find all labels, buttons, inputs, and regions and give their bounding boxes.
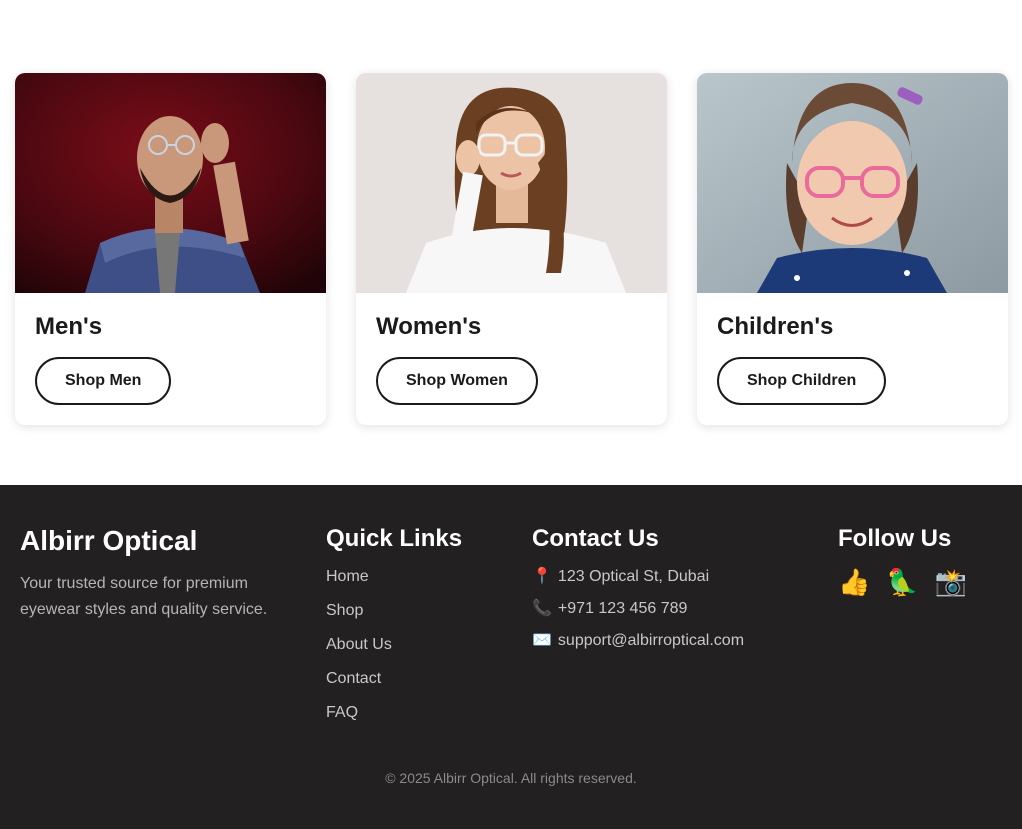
footer-quick-links: Quick Links Home Shop About Us Contact F…	[326, 525, 506, 737]
footer-link-shop[interactable]: Shop	[326, 601, 506, 621]
contact-heading: Contact Us	[532, 525, 659, 552]
children-category-image[interactable]	[697, 73, 1008, 293]
envelope-icon: ✉️	[532, 632, 552, 649]
contact-email-text[interactable]: support@albirroptical.com	[558, 632, 744, 649]
women-category-image[interactable]	[356, 73, 667, 293]
shop-men-button[interactable]: Shop Men	[35, 357, 172, 405]
facebook-like-icon[interactable]: 👍	[838, 567, 870, 597]
contact-email: ✉️ support@albirroptical.com	[532, 631, 812, 651]
camera-icon[interactable]: 📸	[935, 567, 967, 597]
category-title: Women's	[376, 313, 482, 340]
category-cards: Men's Shop Men Women's Shop Women Childr…	[15, 73, 1009, 425]
footer-link-about[interactable]: About Us	[326, 635, 506, 655]
quick-links-heading: Quick Links	[326, 525, 463, 552]
pin-icon: 📍	[532, 568, 552, 585]
category-card-children: Children's Shop Children	[697, 73, 1008, 425]
copyright-text: © 2025 Albirr Optical. All rights reserv…	[385, 770, 637, 786]
shop-children-button[interactable]: Shop Children	[717, 357, 887, 405]
contact-phone-text[interactable]: +971 123 456 789	[558, 600, 687, 617]
phone-icon: 📞	[532, 600, 552, 617]
category-card-men: Men's Shop Men	[15, 73, 326, 425]
site-footer: Albirr Optical Your trusted source for p…	[0, 485, 1022, 829]
category-title: Men's	[35, 313, 103, 340]
brand-name: Albirr Optical	[20, 525, 198, 556]
follow-heading: Follow Us	[838, 525, 952, 552]
brand-description: Your trusted source for premium eyewear …	[20, 575, 268, 618]
category-card-women: Women's Shop Women	[356, 73, 667, 425]
contact-address: 📍 123 Optical St, Dubai	[532, 567, 812, 587]
footer-brand: Albirr Optical Your trusted source for p…	[20, 525, 300, 623]
footer-link-home[interactable]: Home	[326, 567, 506, 587]
footer-link-contact[interactable]: Contact	[326, 669, 506, 689]
shop-women-button[interactable]: Shop Women	[376, 357, 538, 405]
contact-phone: 📞 +971 123 456 789	[532, 599, 812, 619]
category-title: Children's	[717, 313, 834, 340]
men-category-image[interactable]	[15, 73, 326, 293]
footer-follow: Follow Us 👍 🦜 📸	[838, 525, 1008, 597]
footer-link-faq[interactable]: FAQ	[326, 703, 506, 723]
contact-address-text: 123 Optical St, Dubai	[557, 568, 710, 585]
bird-icon[interactable]: 🦜	[886, 567, 918, 597]
footer-contact: Contact Us 📍 123 Optical St, Dubai 📞 +971 …	[532, 525, 812, 663]
social-links: 👍 🦜 📸	[838, 567, 1008, 597]
